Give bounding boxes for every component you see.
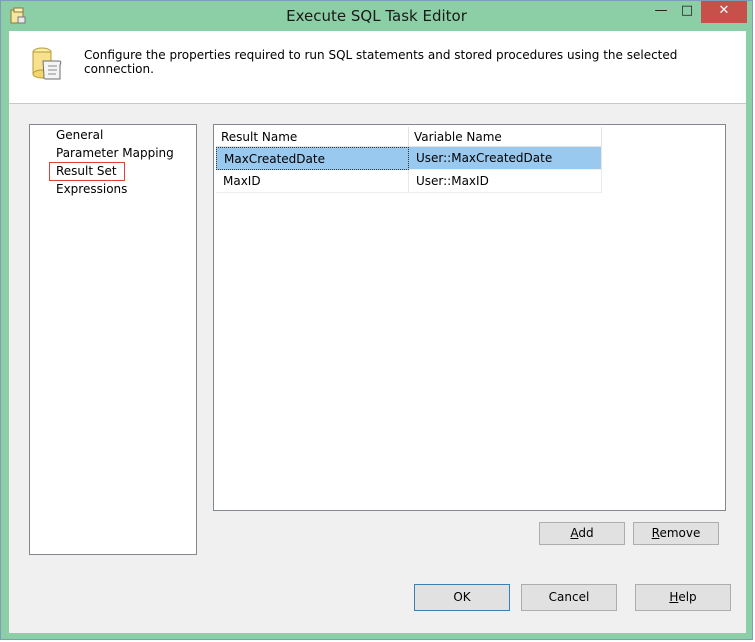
minimize-button[interactable]: — <box>649 1 673 23</box>
cancel-button[interactable]: Cancel <box>521 584 617 611</box>
sql-task-scroll-icon <box>32 47 62 80</box>
navigation-pane: General Parameter Mapping Result Set Exp… <box>29 124 197 555</box>
cell-result-name[interactable]: MaxID <box>216 170 409 193</box>
execute-sql-task-editor-window: Execute SQL Task Editor — □ ✕ Configure … <box>0 0 753 640</box>
title-bar[interactable]: Execute SQL Task Editor — □ ✕ <box>1 1 752 31</box>
nav-item-parameter-mapping[interactable]: Parameter Mapping <box>54 145 176 162</box>
nav-item-general[interactable]: General <box>54 127 105 144</box>
close-button[interactable]: ✕ <box>701 1 747 23</box>
header-panel: Configure the properties required to run… <box>9 31 746 103</box>
add-button[interactable]: Add <box>539 522 625 545</box>
cell-variable-name[interactable]: User::MaxID <box>409 170 602 193</box>
cell-result-name[interactable]: MaxCreatedDate <box>216 147 409 170</box>
remove-button[interactable]: Remove <box>633 522 719 545</box>
column-header-result-name[interactable]: Result Name <box>216 127 409 147</box>
help-button[interactable]: Help <box>635 584 731 611</box>
maximize-button[interactable]: □ <box>675 1 699 23</box>
ok-button[interactable]: OK <box>414 584 510 611</box>
cell-variable-name[interactable]: User::MaxCreatedDate <box>409 147 602 170</box>
dialog-client-area: Configure the properties required to run… <box>9 31 746 633</box>
result-set-grid: Result Name Variable Name MaxCreatedDate… <box>213 124 726 511</box>
window-title: Execute SQL Task Editor <box>286 7 467 25</box>
nav-item-result-set[interactable]: Result Set <box>49 162 125 181</box>
column-header-variable-name[interactable]: Variable Name <box>409 127 602 147</box>
nav-item-expressions[interactable]: Expressions <box>54 181 129 198</box>
header-divider <box>9 103 746 104</box>
header-description: Configure the properties required to run… <box>84 48 678 76</box>
